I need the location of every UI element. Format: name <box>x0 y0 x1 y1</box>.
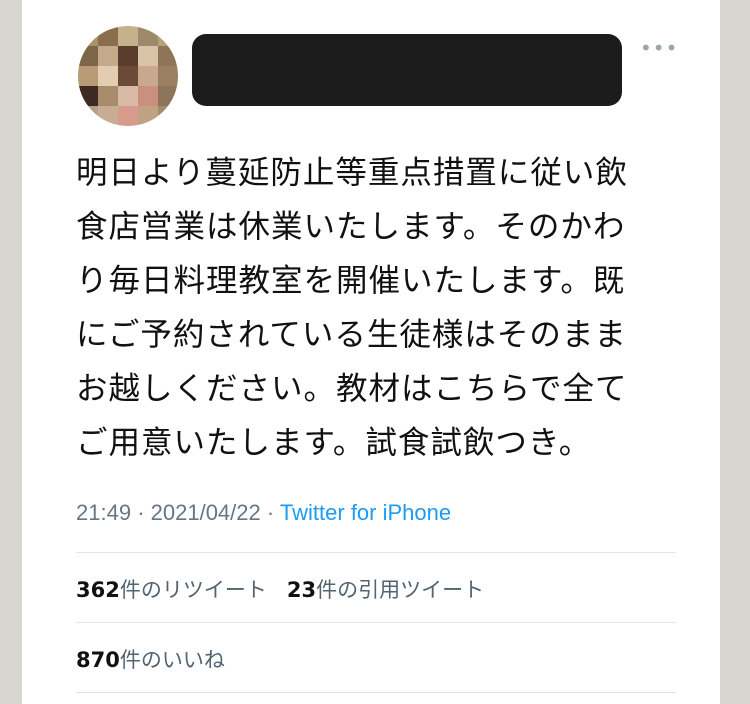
tweet-text: 明日より蔓延防止等重点措置に従い飲 食店営業は休業いたします。そのかわ り毎日料… <box>76 146 686 470</box>
likes-count: 870 <box>76 648 120 672</box>
quotes-link[interactable]: 23件の引用ツイート <box>287 578 484 602</box>
tweet-date[interactable]: 2021/04/22 <box>151 500 261 525</box>
tweet-time[interactable]: 21:49 <box>76 500 131 525</box>
avatar-pixel <box>98 86 118 106</box>
tweet-line: お越しください。教材はこちらで全て <box>76 362 686 416</box>
likes-label: 件のいいね <box>120 648 225 672</box>
avatar-pixel <box>118 86 138 106</box>
tweet-line: ご用意いたします。試食試飲つき。 <box>76 416 686 470</box>
retweets-label: 件のリツイート <box>120 578 267 602</box>
retweets-link[interactable]: 362件のリツイート <box>76 578 267 602</box>
redacted-user-name <box>192 34 622 106</box>
more-horizontal-icon[interactable]: ••• <box>640 38 674 58</box>
tweet-line: 食店営業は休業いたします。そのかわ <box>76 200 686 254</box>
user-avatar[interactable] <box>78 26 178 126</box>
avatar-pixel <box>98 66 118 86</box>
avatar-pixel <box>158 66 178 86</box>
meta-separator: · <box>267 500 274 525</box>
avatar-pixel <box>138 86 158 106</box>
likes-stats: 870件のいいね <box>76 644 225 678</box>
likes-link[interactable]: 870件のいいね <box>76 648 225 672</box>
tweet-line: り毎日料理教室を開催いたします。既 <box>76 254 686 308</box>
tweet-line: 明日より蔓延防止等重点措置に従い飲 <box>76 146 686 200</box>
avatar-pixel <box>78 66 98 86</box>
avatar-pixel <box>118 106 138 126</box>
divider <box>76 552 676 553</box>
avatar-pixel <box>118 26 138 46</box>
avatar-pixel <box>138 46 158 66</box>
divider <box>76 692 676 693</box>
retweets-count: 362 <box>76 578 120 602</box>
avatar-pixel <box>98 46 118 66</box>
tweet-source-link[interactable]: Twitter for iPhone <box>280 500 451 525</box>
avatar-pixel <box>118 46 138 66</box>
quotes-count: 23 <box>287 578 316 602</box>
meta-separator: · <box>137 500 144 525</box>
quotes-label: 件の引用ツイート <box>316 578 484 602</box>
avatar-pixel <box>138 66 158 86</box>
tweet-meta: 21:49 · 2021/04/22 · Twitter for iPhone <box>76 500 451 530</box>
retweet-stats: 362件のリツイート 23件の引用ツイート <box>76 574 484 608</box>
tweet-line: にご予約されている生徒様はそのまま <box>76 308 686 362</box>
avatar-pixel <box>118 66 138 86</box>
divider <box>76 622 676 623</box>
